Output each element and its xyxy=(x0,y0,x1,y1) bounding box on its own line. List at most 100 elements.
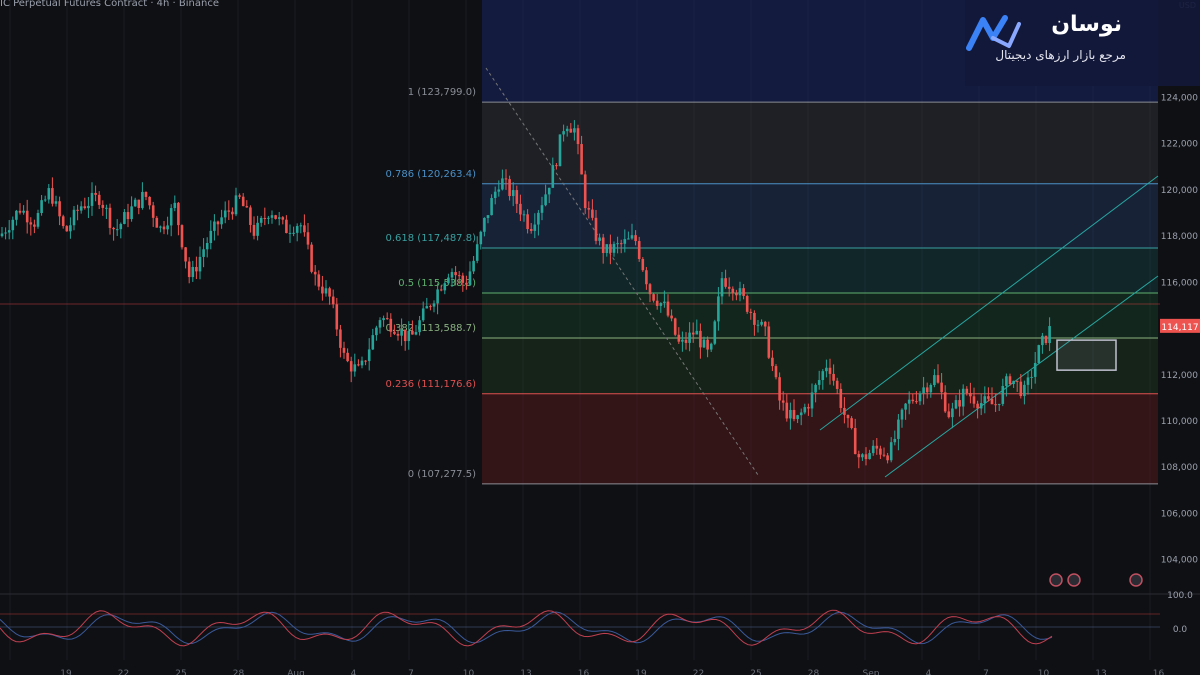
candle-body xyxy=(641,258,645,271)
candle-body xyxy=(717,296,720,322)
time-tick-label: 4 xyxy=(926,669,932,675)
candle-body xyxy=(652,294,655,301)
candle-body xyxy=(501,178,504,190)
candle-body xyxy=(702,339,706,348)
candle-body xyxy=(475,244,479,261)
candle-body xyxy=(742,288,745,296)
candle-body xyxy=(569,128,573,133)
candle-body xyxy=(364,360,367,362)
price-tick-label: 120,000 xyxy=(1161,186,1198,196)
candle-body xyxy=(306,232,310,245)
candle-body xyxy=(799,412,803,416)
candle-body xyxy=(688,332,691,343)
candle-body xyxy=(162,226,166,230)
candle-body xyxy=(918,393,922,402)
candle-body xyxy=(173,202,177,209)
candle-body xyxy=(292,232,295,234)
candle-body xyxy=(421,308,425,321)
candle-body xyxy=(720,278,724,297)
candle-body xyxy=(706,339,709,350)
candle-body xyxy=(353,364,357,372)
candle-body xyxy=(259,217,263,223)
candle-body xyxy=(418,320,421,333)
candle-body xyxy=(634,235,637,242)
candle-body xyxy=(803,407,807,413)
candle-body xyxy=(727,286,731,289)
fib-label: 0.618 (117,487.8) xyxy=(385,233,476,244)
candle-body xyxy=(465,282,468,285)
time-tick-label: 22 xyxy=(118,669,129,675)
candle-body xyxy=(87,205,90,209)
candle-body xyxy=(969,392,972,397)
candle-body xyxy=(850,418,853,429)
candle-body xyxy=(655,300,659,306)
candle-body xyxy=(36,213,40,227)
candle-body xyxy=(760,321,763,325)
candle-body xyxy=(911,399,915,402)
candle-body xyxy=(79,206,83,211)
candle-body xyxy=(11,219,15,231)
candle-body xyxy=(645,270,648,285)
candle-body xyxy=(987,396,990,399)
candle-body xyxy=(904,403,907,410)
candle-body xyxy=(342,347,346,353)
candle-body xyxy=(274,215,277,219)
candle-body xyxy=(537,212,540,225)
candle-body xyxy=(83,206,87,209)
time-tick-label: 16 xyxy=(1153,669,1165,675)
candle-body xyxy=(90,192,94,206)
candle-body xyxy=(879,448,882,455)
candle-body xyxy=(857,454,861,458)
candle-body xyxy=(43,199,47,201)
candle-body xyxy=(155,217,159,228)
candle-body xyxy=(681,339,684,342)
candle-body xyxy=(241,196,245,207)
candle-body xyxy=(1015,380,1019,382)
candle-body xyxy=(994,404,997,406)
candle-body xyxy=(619,243,623,245)
candle-body xyxy=(943,392,947,412)
candle-body xyxy=(317,274,321,287)
candle-body xyxy=(580,144,583,175)
candle-body xyxy=(558,134,562,167)
candle-body xyxy=(670,315,673,319)
candle-body xyxy=(1005,376,1008,387)
candle-body xyxy=(371,335,375,350)
candle-body xyxy=(504,178,508,180)
candle-body xyxy=(18,210,22,213)
candle-body xyxy=(33,224,36,227)
candle-body xyxy=(666,301,670,316)
candle-body xyxy=(1008,376,1012,385)
price-tick-label: 108,000 xyxy=(1161,463,1198,473)
candle-body xyxy=(403,329,407,342)
candle-body xyxy=(583,174,587,209)
candle-body xyxy=(277,217,281,219)
time-tick-label: 22 xyxy=(693,669,704,675)
candle-body xyxy=(267,217,270,219)
candle-body xyxy=(605,244,609,254)
candle-body xyxy=(238,195,241,197)
time-tick-label: 28 xyxy=(808,669,820,675)
candle-body xyxy=(609,244,612,253)
candle-body xyxy=(252,224,256,236)
candle-body xyxy=(346,352,349,362)
candle-body xyxy=(1012,380,1015,385)
fib-label: 0.236 (111,176.6) xyxy=(385,379,476,390)
candle-body xyxy=(324,288,328,294)
candle-body xyxy=(220,217,223,225)
candle-body xyxy=(713,321,717,344)
price-chart[interactable]: 1 (123,799.0) 0.786 (120,263.4) 0.618 (117… xyxy=(0,0,1200,675)
candle-body xyxy=(7,230,11,233)
candle-body xyxy=(205,242,209,250)
price-tick-label: 124,000 xyxy=(1161,93,1198,103)
candle-body xyxy=(947,411,951,418)
candle-body xyxy=(731,288,735,294)
fib-zone xyxy=(482,247,1158,294)
time-tick-label: 13 xyxy=(520,669,531,675)
candle-body xyxy=(781,400,785,403)
candle-body xyxy=(983,396,987,404)
candle-body xyxy=(411,330,414,335)
candle-body xyxy=(796,415,799,420)
candle-body xyxy=(245,206,249,208)
time-tick-label: Sep xyxy=(863,669,880,675)
